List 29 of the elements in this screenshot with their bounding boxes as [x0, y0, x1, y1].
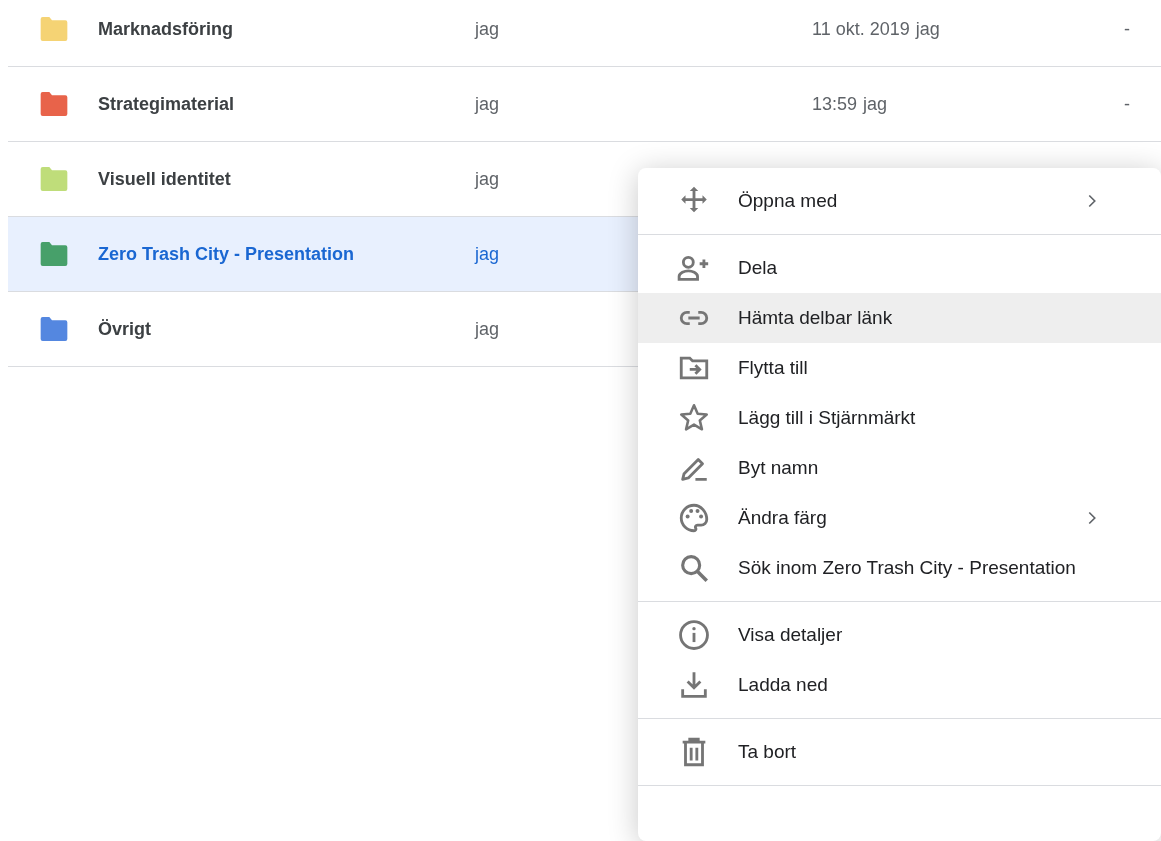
file-name: Visuell identitet: [98, 168, 232, 190]
file-name: Marknadsföring: [98, 18, 235, 40]
menu-item[interactable]: Sök inom Zero Trash City - Presentation: [638, 543, 1161, 593]
menu-item[interactable]: Hämta delbar länk: [638, 293, 1161, 343]
menu-item[interactable]: Byt namn: [638, 443, 1161, 493]
file-name: Strategimaterial: [98, 93, 236, 115]
owner-text: jag: [475, 318, 501, 340]
file-size: -: [1124, 93, 1130, 115]
owner-text: jag: [475, 243, 501, 265]
modified-by: jag: [863, 93, 888, 115]
modified-date: 13:59: [812, 93, 858, 115]
menu-item[interactable]: Dela: [638, 243, 1161, 293]
file-name: Övrigt: [98, 318, 152, 340]
modified-date: 11 okt. 2019: [812, 18, 910, 40]
file-size: -: [1124, 18, 1130, 40]
owner-text: jag: [475, 18, 501, 40]
menu-item[interactable]: Visa detaljer: [638, 610, 1161, 660]
palette-icon: [677, 501, 711, 535]
modified-by: jag: [915, 18, 940, 40]
owner-text: jag: [475, 93, 501, 115]
menu-item[interactable]: Ladda ned: [638, 660, 1161, 710]
info-icon: [677, 618, 711, 652]
file-row[interactable]: Strategimaterial jag 13:59 jag -: [8, 67, 1161, 142]
menu-item[interactable]: Lägg till i Stjärnmärkt: [638, 393, 1161, 443]
file-row[interactable]: Marknadsföring jag 11 okt. 2019 jag -: [8, 0, 1161, 67]
menu-item[interactable]: Ta bort: [638, 727, 1161, 777]
file-name: Zero Trash City - Presentation: [98, 243, 356, 265]
menu-item[interactable]: Ändra färg: [638, 493, 1161, 543]
owner-text: jag: [475, 168, 501, 190]
